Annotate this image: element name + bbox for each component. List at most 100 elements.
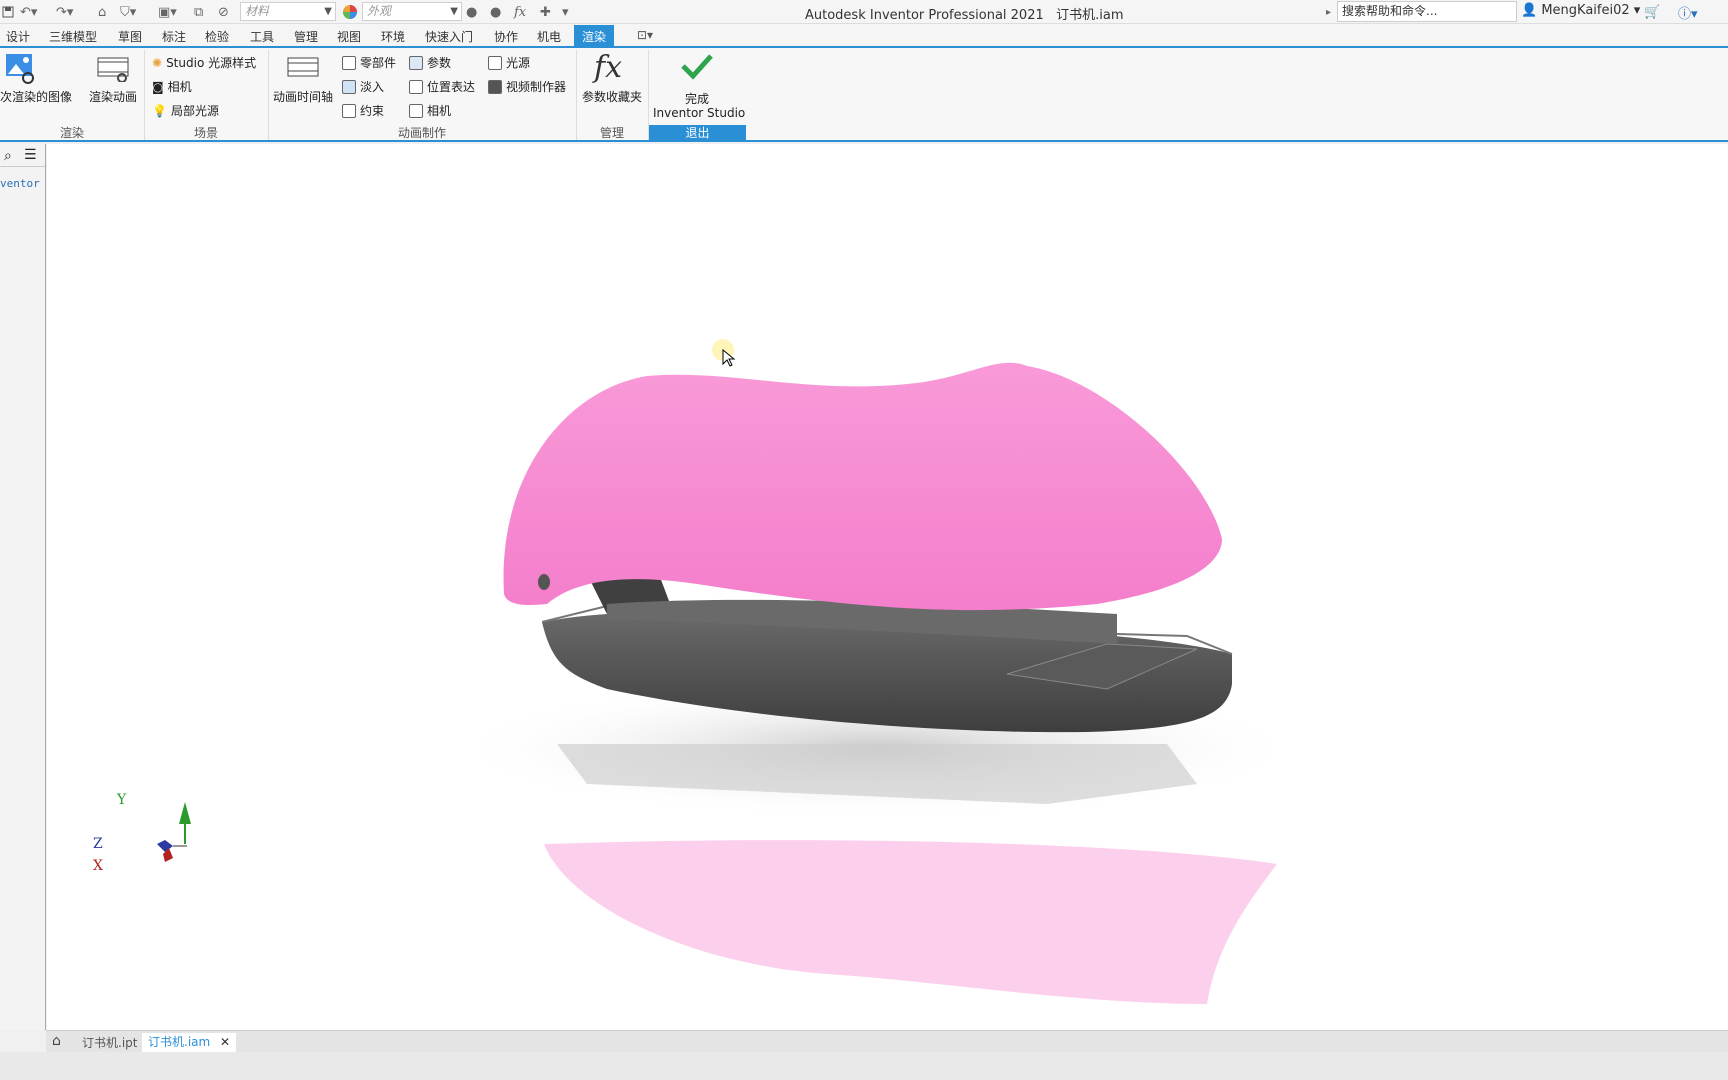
axis-z-label: Z	[93, 836, 103, 852]
menu-icon[interactable]: ☰	[24, 147, 37, 163]
tab-options-icon[interactable]: ⊡▾	[637, 28, 653, 42]
ribbon-tabs: 设计 三维模型 草图 标注 检验 工具 管理 视图 环境 快速入门 协作 机电 …	[0, 24, 1728, 48]
tab-get-started[interactable]: 快速入门	[425, 28, 473, 45]
plus-icon[interactable]: ✚	[540, 3, 551, 21]
divider	[0, 166, 45, 167]
document-tabs: ⌂ 订书机.ipt 订书机.iam ✕	[46, 1030, 1728, 1054]
user-icon: 👤	[1521, 3, 1538, 18]
studio-lighting-button[interactable]: ✺ Studio 光源样式	[152, 54, 256, 71]
browser-node[interactable]: ventor S	[0, 177, 53, 190]
help-icon[interactable]: ⓘ▾	[1678, 3, 1698, 22]
update-icon[interactable]: ▣▾	[158, 3, 177, 21]
graphics-viewport[interactable]: Y Z X	[47, 144, 1728, 1030]
cart-icon[interactable]: 🛒	[1644, 3, 1660, 21]
clear-appearance-icon[interactable]: ●	[466, 3, 477, 21]
title-bar: ↶▾ ↷▾ ⌂ ⛉▾ ▣▾ ⧉ ⊘ 材料 ▼ 外观 ▼ ● ● fx ✚ ▾ Aut…	[0, 0, 1728, 24]
tab-design[interactable]: 设计	[6, 28, 30, 45]
animate-camera-button[interactable]: 相机	[409, 102, 451, 119]
stapler-render	[157, 362, 1307, 1004]
animation-timeline-label: 动画时间轴	[273, 90, 334, 104]
scene-group-label: 场景	[193, 126, 218, 140]
pos-rep-icon	[409, 79, 423, 94]
tab-tools[interactable]: 工具	[250, 28, 274, 45]
user-account[interactable]: 👤 MengKaifei02 ▾	[1521, 3, 1640, 18]
save-icon[interactable]	[2, 3, 14, 21]
tab-collaborate[interactable]: 协作	[494, 28, 518, 45]
render-animation-label: 渲染动画	[89, 90, 138, 104]
manage-group-label: 管理	[599, 126, 624, 140]
timeline-icon	[287, 57, 319, 77]
tab-annotate[interactable]: 标注	[162, 28, 186, 45]
animation-timeline-button[interactable]	[286, 54, 320, 80]
param-favorites-button[interactable]: fx	[594, 50, 622, 85]
tab-manage[interactable]: 管理	[294, 28, 318, 45]
render-group-label: 渲染	[59, 126, 84, 140]
appearance-combo[interactable]: 外观 ▼	[362, 2, 462, 21]
search-icon[interactable]: ⌕	[4, 148, 12, 164]
doc-tab-ipt[interactable]: 订书机.ipt	[82, 1034, 137, 1051]
film-icon	[97, 57, 129, 82]
animation-group-label: 动画制作	[397, 126, 446, 140]
checkmark-icon	[681, 54, 713, 80]
stapler-top	[503, 362, 1222, 611]
animate-camera-icon	[409, 103, 423, 118]
measure-icon[interactable]: ⧉	[194, 3, 203, 21]
render-image-icon	[6, 54, 34, 84]
home-tab-icon[interactable]: ⌂	[52, 1033, 61, 1049]
tab-render[interactable]: 渲染	[574, 25, 615, 46]
customize-icon[interactable]: ▾	[562, 3, 569, 21]
select-icon[interactable]: ⛉▾	[120, 3, 136, 21]
status-bar	[0, 1052, 1728, 1080]
tab-electromechanical[interactable]: 机电	[537, 28, 561, 45]
expand-search-icon[interactable]: ▸	[1326, 3, 1331, 21]
animate-pos-rep-button[interactable]: 位置表达	[409, 78, 475, 95]
scene-camera-button[interactable]: ◙ 相机	[152, 78, 192, 95]
bulb-icon: 💡	[152, 103, 167, 118]
param-favorites-label: 参数收藏夹	[582, 90, 643, 104]
home-icon[interactable]: ⌂	[98, 3, 106, 21]
axis-x-label: X	[93, 858, 103, 874]
fx-large-icon: fx	[594, 50, 623, 85]
animate-light-button[interactable]: 光源	[488, 54, 530, 71]
camera-icon: ◙	[152, 79, 164, 94]
close-tab-icon[interactable]: ✕	[220, 1035, 230, 1049]
tab-sketch[interactable]: 草图	[118, 28, 142, 45]
video-icon	[488, 79, 502, 94]
sun-icon: ✺	[152, 55, 163, 70]
undo-icon[interactable]: ↶▾	[20, 3, 37, 21]
appearance-color-icon[interactable]	[342, 3, 358, 21]
animate-component-button[interactable]: 零部件	[342, 54, 396, 71]
component-icon	[342, 55, 356, 70]
window-title: Autodesk Inventor Professional 2021 订书机.…	[805, 8, 1124, 23]
tab-environment[interactable]: 环境	[381, 28, 405, 45]
ribbon-panel: 次渲染的图像 渲染动画 渲染 ✺ Studio 光源样式 ◙ 相机 💡 局部光源 场景…	[0, 48, 1728, 142]
animate-constraint-button[interactable]: 约束	[342, 102, 384, 119]
finish-label: 完成	[685, 92, 710, 106]
video-producer-button[interactable]: 视频制作器	[488, 78, 566, 95]
view-triad	[157, 802, 191, 862]
redo-icon[interactable]: ↷▾	[56, 3, 73, 21]
adjust-icon[interactable]: ●	[490, 3, 501, 21]
tab-inspect[interactable]: 检验	[205, 28, 229, 45]
help-search-input[interactable]: 搜索帮助和命令...	[1337, 1, 1517, 22]
stapler-reflection	[544, 840, 1277, 1004]
hinge-pin	[538, 574, 550, 590]
material-combo[interactable]: 材料 ▼	[240, 2, 336, 21]
local-lights-button[interactable]: 💡 局部光源	[152, 102, 219, 119]
no-icon[interactable]: ⊘	[218, 3, 229, 21]
finish-sub-label: Inventor Studio	[653, 106, 746, 120]
exit-group-label: 退出	[649, 125, 746, 142]
model-browser: ⌕ ☰ ventor S	[0, 144, 53, 1030]
doc-tab-iam[interactable]: 订书机.iam ✕	[142, 1033, 237, 1054]
fx-icon[interactable]: fx	[514, 3, 526, 21]
render-animation-button[interactable]	[96, 52, 130, 82]
render-image-button[interactable]	[4, 52, 36, 84]
finish-studio-button[interactable]	[680, 52, 714, 80]
animate-parameter-button[interactable]: 参数	[409, 54, 451, 71]
tab-view[interactable]: 视图	[337, 28, 361, 45]
fade-icon	[342, 79, 356, 94]
tab-3d-model[interactable]: 三维模型	[49, 28, 97, 45]
animate-fade-button[interactable]: 淡入	[342, 78, 384, 95]
mouse-cursor-icon	[722, 349, 736, 367]
axis-y-label: Y	[117, 792, 127, 808]
